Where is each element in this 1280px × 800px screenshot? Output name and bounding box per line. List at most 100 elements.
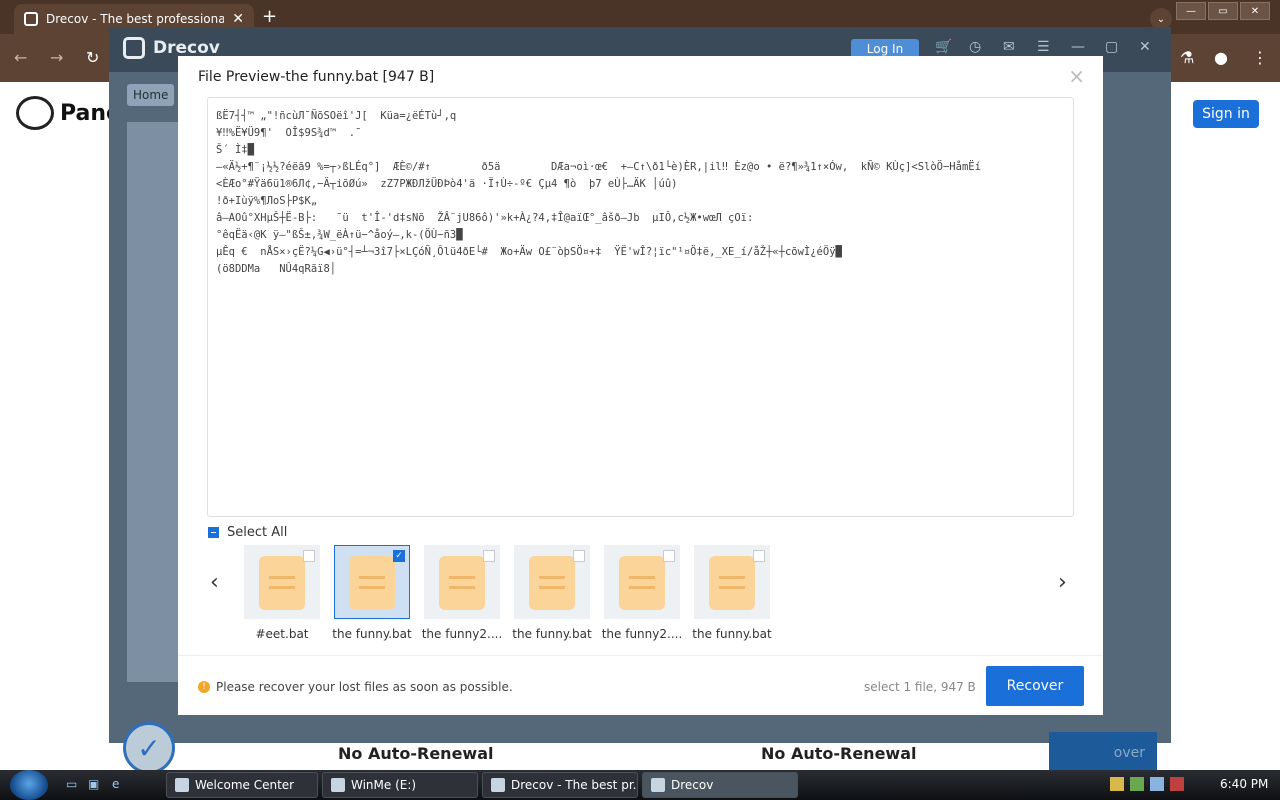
modal-close-icon[interactable]: × xyxy=(1068,64,1085,88)
prev-page-arrow-icon[interactable]: ‹ xyxy=(210,570,219,595)
modal-footer: ! Please recover your lost files as soon… xyxy=(178,655,1103,715)
taskbar-clock[interactable]: 6:40 PM xyxy=(1220,777,1268,791)
thumbnail-checkbox[interactable]: ✓ xyxy=(393,550,405,562)
thumbnail-frame[interactable] xyxy=(694,545,770,619)
file-icon xyxy=(529,556,575,610)
thumbnail-checkbox[interactable] xyxy=(753,550,765,562)
select-all-checkbox[interactable]: Select All xyxy=(208,525,287,540)
thumbnail-frame[interactable] xyxy=(424,545,500,619)
thumbnail-frame[interactable] xyxy=(514,545,590,619)
site-logo[interactable]: Panc xyxy=(16,96,119,130)
volume-muted-icon[interactable] xyxy=(1170,777,1184,791)
file-thumbnail[interactable]: #eet.bat xyxy=(244,545,320,645)
menu-icon[interactable]: ☰ xyxy=(1037,39,1050,55)
drecov-favicon-icon xyxy=(24,12,38,26)
system-tray xyxy=(1110,777,1184,791)
checkbox-partial-icon xyxy=(208,527,219,538)
forward-arrow-icon[interactable]: → xyxy=(50,48,63,67)
thumbnail-checkbox[interactable] xyxy=(573,550,585,562)
modal-title: File Preview-the funny.bat [947 B] xyxy=(198,69,435,85)
warning-icon: ! xyxy=(198,681,210,693)
taskbar-button-browser[interactable]: Drecov - The best pr... xyxy=(482,772,638,798)
file-icon xyxy=(709,556,755,610)
preview-line: (ö8DDMa NÛ4qRãï8│ xyxy=(216,263,337,275)
taskbar-button-label: Drecov xyxy=(671,778,714,792)
plan-renewal-label: No Auto-Renewal xyxy=(338,744,494,763)
panda-logo-icon xyxy=(16,96,54,130)
next-page-arrow-icon[interactable]: › xyxy=(1058,570,1067,595)
thumbnail-frame[interactable]: ✓ xyxy=(334,545,410,619)
home-breadcrumb[interactable]: Home xyxy=(127,84,175,106)
window-controls: — ▭ ✕ xyxy=(1176,2,1270,20)
thumbnail-frame[interactable] xyxy=(244,545,320,619)
recover-button[interactable]: Recover xyxy=(986,666,1084,706)
tab-close-icon[interactable]: ✕ xyxy=(232,11,244,27)
plan-renewal-label: No Auto-Renewal xyxy=(761,744,917,763)
window-minimize-button[interactable]: — xyxy=(1176,2,1206,20)
recover-warning: ! Please recover your lost files as soon… xyxy=(198,680,513,694)
minimize-icon[interactable]: — xyxy=(1071,39,1085,55)
mail-icon[interactable]: ✉ xyxy=(1003,39,1015,55)
thumbnail-frame[interactable] xyxy=(604,545,680,619)
thumbnail-checkbox[interactable] xyxy=(483,550,495,562)
reload-icon[interactable]: ↻ xyxy=(86,48,99,67)
file-thumbnail[interactable]: the funny2.... xyxy=(422,545,502,645)
window-close-button[interactable]: ✕ xyxy=(1240,2,1270,20)
preview-line: –«Ä½+¶¨¡½½?éëã9 %=┬›ßLÉq°] ÆÈ©/#↑ ð5ä DÆ… xyxy=(216,161,981,173)
network-icon[interactable] xyxy=(1150,777,1164,791)
sign-in-button[interactable]: Sign in xyxy=(1193,100,1259,128)
cart-icon[interactable]: 🛒 xyxy=(935,39,952,55)
preview-line: ¥‼%Ë¥Ü9¶' OÎ$9S¾d™ .¯ xyxy=(216,127,362,139)
internet-explorer-icon[interactable]: e xyxy=(112,777,128,793)
warning-text: Please recover your lost files as soon a… xyxy=(216,680,513,694)
preview-line: ßË7┤┤™ „"!ñcùЛ¯ÑõSOëî'J[ Küa=¿ëÉTù┘‚q xyxy=(216,110,457,122)
switch-windows-icon[interactable]: ▣ xyxy=(88,777,104,793)
security-shield-icon[interactable] xyxy=(1110,777,1124,791)
file-icon xyxy=(259,556,305,610)
tab-title: Drecov - The best professional xyxy=(46,12,225,26)
file-preview-modal: File Preview-the funny.bat [947 B] × ßË7… xyxy=(178,56,1103,715)
new-tab-button[interactable]: + xyxy=(262,6,277,27)
taskbar-button-label: WinMe (E:) xyxy=(351,778,417,792)
taskbar-button-welcome[interactable]: Welcome Center xyxy=(166,772,318,798)
show-desktop-icon[interactable]: ▭ xyxy=(66,777,82,793)
window-maximize-button[interactable]: ▭ xyxy=(1208,2,1238,20)
select-all-label: Select All xyxy=(227,525,288,540)
profile-icon[interactable]: ● xyxy=(1214,48,1228,67)
background-recover-button[interactable]: over xyxy=(1049,732,1157,773)
file-thumbnail[interactable]: the funny2.... xyxy=(602,545,682,645)
file-thumbnail[interactable]: the funny.bat xyxy=(512,545,592,645)
app-name: Drecov xyxy=(153,38,220,58)
file-name: #eet.bat xyxy=(255,627,309,641)
file-thumbnail[interactable]: the funny.bat xyxy=(692,545,772,645)
chrome-icon xyxy=(491,778,505,792)
thumbnail-checkbox[interactable] xyxy=(663,550,675,562)
browser-menu-icon[interactable]: ⋮ xyxy=(1252,48,1268,67)
maximize-icon[interactable]: ▢ xyxy=(1105,39,1118,55)
history-icon[interactable]: ◷ xyxy=(969,39,981,55)
taskbar-button-label: Welcome Center xyxy=(195,778,295,792)
file-name: the funny.bat xyxy=(512,627,592,641)
file-name: the funny2.... xyxy=(421,627,503,641)
back-arrow-icon[interactable]: ← xyxy=(14,48,27,67)
selection-info: select 1 file, 947 B xyxy=(864,680,976,694)
security-center-icon[interactable] xyxy=(1130,777,1144,791)
file-icon xyxy=(439,556,485,610)
close-icon[interactable]: ✕ xyxy=(1139,39,1151,55)
scan-complete-check-icon: ✓ xyxy=(123,722,175,774)
preview-line: °êqËä‹@K ÿ–"ßŠ±,¾W_ëÀ↑ü−^åoý–,k-(ÖÙ−ñ3█ xyxy=(216,229,463,241)
preview-line: â—AOû°XHµŠ┼Ë-B├: ¯ü t'Î-'d‡sNõ ŽÂ¨jU86ô)… xyxy=(216,212,754,224)
taskbar-button-winme[interactable]: WinMe (E:) xyxy=(322,772,478,798)
file-icon xyxy=(349,556,395,610)
file-thumbnail-strip: #eet.bat ✓ the funny.bat the funny2.... the … xyxy=(244,545,784,645)
labs-icon[interactable]: ⚗ xyxy=(1180,48,1194,67)
file-thumbnail[interactable]: ✓ the funny.bat xyxy=(332,545,412,645)
taskbar-button-drecov[interactable]: Drecov xyxy=(642,772,798,798)
windows-taskbar: ▭ ▣ e Welcome Center WinMe (E:) Drecov -… xyxy=(0,770,1280,800)
taskbar-button-label: Drecov - The best pr... xyxy=(511,778,638,792)
preview-line: !ð+Iùÿ%¶ЛoS├P$K„ xyxy=(216,195,318,207)
preview-line: <ÈÆo°#Ÿä6ü1®6Л¢,−Ä┬iõØú» zZ7PЖÐЛžÜÐÞò4'ä… xyxy=(216,178,678,190)
welcome-center-icon xyxy=(175,778,189,792)
start-button[interactable] xyxy=(10,770,48,800)
thumbnail-checkbox[interactable] xyxy=(303,550,315,562)
